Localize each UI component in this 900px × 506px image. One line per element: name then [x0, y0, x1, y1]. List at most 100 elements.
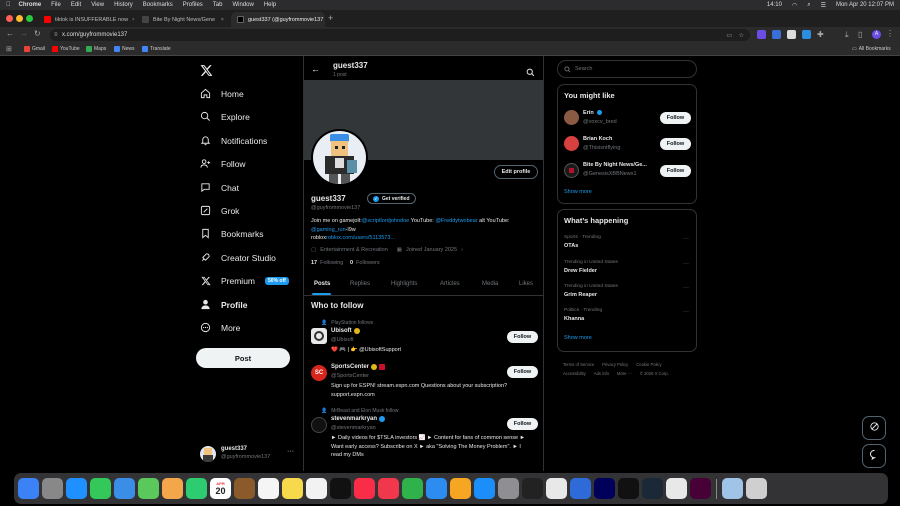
- back-icon[interactable]: ←: [6, 29, 14, 38]
- follow-button[interactable]: Follow: [660, 112, 691, 124]
- nav-home[interactable]: Home: [200, 88, 244, 99]
- bio-link[interactable]: roblox.com/users/5113573...: [326, 235, 395, 241]
- suggestion-name[interactable]: stevenmarkryan: [331, 416, 377, 422]
- search-box[interactable]: [557, 60, 697, 78]
- pages-icon[interactable]: [450, 478, 471, 499]
- show-more-link[interactable]: Show more: [564, 189, 592, 195]
- close-tab-icon[interactable]: ×: [221, 17, 224, 23]
- nav-follow[interactable]: Follow: [200, 158, 246, 169]
- back-arrow-icon[interactable]: ←: [311, 64, 320, 74]
- capcut-icon[interactable]: [618, 478, 639, 499]
- footer-link[interactable]: Ads info: [594, 369, 609, 378]
- dreamweaver-icon[interactable]: [690, 478, 711, 499]
- footer-link[interactable]: Cookie Policy: [636, 360, 661, 369]
- nav-bookmarks[interactable]: Bookmarks: [200, 228, 264, 239]
- close-window-button[interactable]: [6, 15, 13, 22]
- extension-icon[interactable]: [772, 30, 781, 39]
- news-icon[interactable]: [378, 478, 399, 499]
- trash-icon[interactable]: [746, 478, 767, 499]
- bookmark-gmail[interactable]: Gmail: [24, 46, 45, 52]
- roblox-icon[interactable]: [546, 478, 567, 499]
- finder-icon[interactable]: [18, 478, 39, 499]
- settings-icon[interactable]: [498, 478, 519, 499]
- suggestion-name[interactable]: Bite By Night News/Ge...: [583, 162, 657, 168]
- profile-avatar[interactable]: [311, 129, 368, 186]
- menu-file[interactable]: File: [51, 2, 61, 8]
- wifi-icon[interactable]: ◠: [792, 2, 797, 9]
- blue-app-icon[interactable]: [570, 478, 591, 499]
- keynote-icon[interactable]: [426, 478, 447, 499]
- suggestion-name[interactable]: Brian Koch: [583, 136, 612, 142]
- site-info-icon[interactable]: ≡: [54, 32, 58, 38]
- animate-icon[interactable]: [594, 478, 615, 499]
- tab-replies[interactable]: Replies: [350, 281, 370, 287]
- tab-bite-by-night[interactable]: Bite By Night News/Gene ×: [136, 12, 230, 27]
- nav-creator-studio[interactable]: Creator Studio: [200, 252, 276, 263]
- numbers-icon[interactable]: [402, 478, 423, 499]
- chrome-icon[interactable]: [666, 478, 687, 499]
- extension-icon[interactable]: [802, 30, 811, 39]
- apple-icon[interactable]: : [6, 2, 11, 8]
- mail-icon[interactable]: [114, 478, 135, 499]
- following-link[interactable]: 17 Following: [311, 260, 343, 266]
- tab-likes[interactable]: Likes: [519, 281, 533, 287]
- footer-link[interactable]: Privacy Policy: [602, 360, 628, 369]
- nav-profile[interactable]: Profile: [200, 299, 247, 310]
- follow-button[interactable]: Follow: [507, 366, 538, 378]
- tab-posts[interactable]: Posts: [314, 281, 330, 287]
- menu-window[interactable]: Window: [232, 2, 253, 8]
- maps-icon[interactable]: [138, 478, 159, 499]
- tab-highlights[interactable]: Highlights: [391, 281, 417, 287]
- bio-link[interactable]: @Freddytwobear: [435, 218, 477, 224]
- trend-topic[interactable]: OTAs: [564, 243, 578, 249]
- erin-avatar[interactable]: [564, 110, 579, 125]
- account-switcher[interactable]: guest337 @guyfrommovie137 ···: [200, 444, 296, 462]
- minimize-window-button[interactable]: [16, 15, 23, 22]
- menu-view[interactable]: View: [91, 2, 104, 8]
- nav-premium[interactable]: Premium 50% off: [200, 275, 289, 286]
- apps-grid-icon[interactable]: ⊞: [6, 45, 12, 53]
- sportscenter-avatar[interactable]: SC: [311, 365, 327, 381]
- edit-profile-button[interactable]: Edit profile: [494, 165, 538, 179]
- close-tab-icon[interactable]: ×: [132, 17, 134, 23]
- appstore-icon[interactable]: [474, 478, 495, 499]
- profile-joined[interactable]: Joined January 2025: [406, 247, 457, 253]
- footer-link[interactable]: More ···: [617, 369, 632, 378]
- extensions-puzzle-icon[interactable]: ✚: [817, 30, 824, 39]
- zoom-window-button[interactable]: [26, 15, 33, 22]
- messages-floating-button[interactable]: [862, 444, 886, 468]
- download-icon[interactable]: ⤓: [845, 30, 849, 40]
- brian-koch-avatar[interactable]: [564, 136, 579, 151]
- follow-button[interactable]: Follow: [507, 331, 538, 343]
- battery-time[interactable]: 14:10: [767, 2, 782, 9]
- forward-icon[interactable]: →: [20, 29, 28, 38]
- show-more-link[interactable]: Show more: [564, 335, 592, 341]
- x-logo-icon[interactable]: [200, 64, 214, 78]
- follow-button[interactable]: Follow: [660, 165, 691, 177]
- nav-explore[interactable]: Explore: [200, 111, 250, 122]
- ubisoft-avatar[interactable]: [311, 328, 327, 344]
- tab-articles[interactable]: Articles: [440, 281, 460, 287]
- nav-notifications[interactable]: Notifications: [200, 135, 267, 146]
- footer-link[interactable]: Terms of Service: [563, 360, 594, 369]
- appletv-icon[interactable]: [330, 478, 351, 499]
- launchpad-icon[interactable]: [42, 478, 63, 499]
- post-button[interactable]: Post: [196, 348, 290, 368]
- side-panel-icon[interactable]: ▯: [858, 30, 862, 39]
- more-dots-icon[interactable]: ···: [683, 261, 689, 267]
- extension-icon[interactable]: [757, 30, 766, 39]
- cast-icon[interactable]: ▭: [726, 32, 732, 39]
- address-bar[interactable]: ≡ x.com/guyfrommovie137 ▭ ☆: [50, 29, 750, 41]
- menu-profiles[interactable]: Profiles: [183, 2, 203, 8]
- suggestion-name[interactable]: Erin: [583, 110, 594, 116]
- notes-icon[interactable]: [282, 478, 303, 499]
- facetime-icon[interactable]: [186, 478, 207, 499]
- nav-more[interactable]: More: [200, 322, 240, 333]
- menu-tab[interactable]: Tab: [213, 2, 223, 8]
- tab-media[interactable]: Media: [482, 281, 498, 287]
- nav-chat[interactable]: Chat: [200, 182, 239, 193]
- more-dots-icon[interactable]: ···: [287, 448, 294, 455]
- trend-topic[interactable]: Grim Reaper: [564, 292, 597, 298]
- follow-button[interactable]: Follow: [507, 418, 538, 430]
- menubar-clock[interactable]: Mon Apr 20 12:07 PM: [836, 2, 894, 9]
